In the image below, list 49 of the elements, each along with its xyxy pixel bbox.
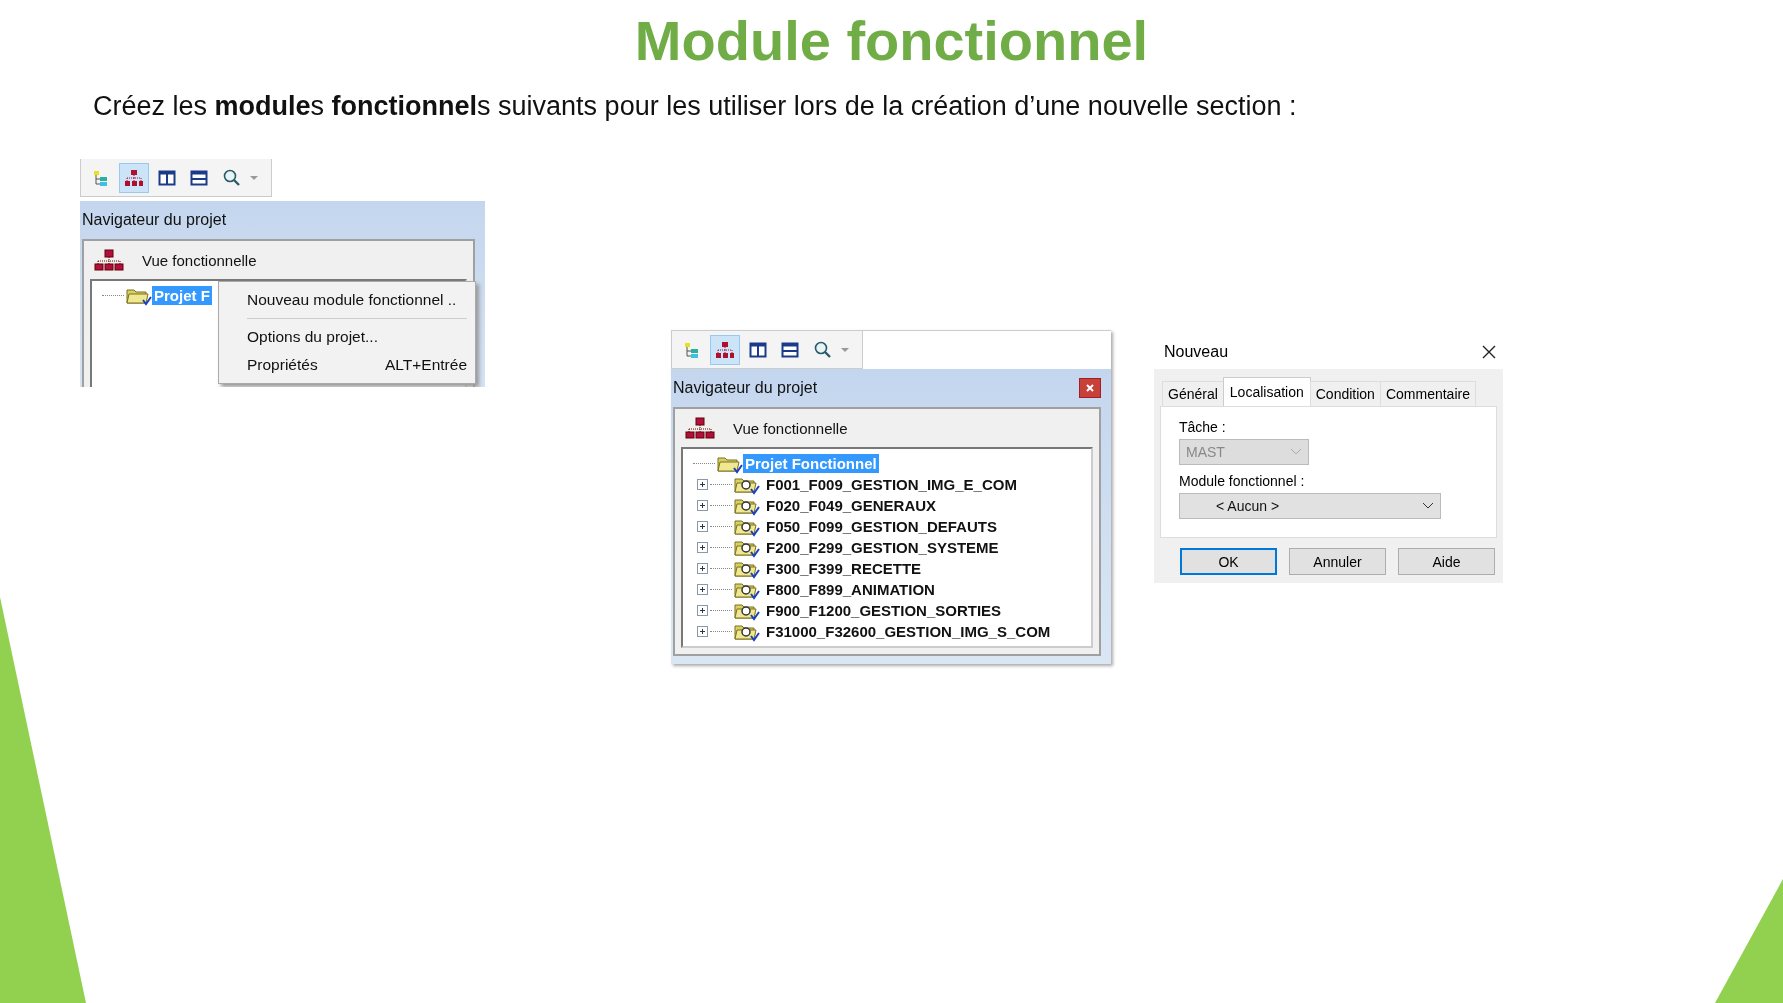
zoom-dropdown-icon[interactable] [222, 168, 260, 187]
columns-icon[interactable] [158, 168, 176, 187]
dropdown-field[interactable]: < Aucun > [1179, 493, 1441, 519]
hierarchy-icon [94, 249, 124, 271]
plus-box-icon[interactable] [697, 626, 708, 637]
plus-box-icon[interactable] [697, 563, 708, 574]
menu-item[interactable]: Propriétés ALT+Entrée [219, 351, 475, 379]
view-label: Vue fonctionnelle [142, 251, 257, 269]
close-icon[interactable] [1481, 344, 1497, 360]
hierarchy-icon [685, 417, 715, 439]
field-label: Module fonctionnel : [1179, 473, 1306, 489]
close-button[interactable] [1079, 378, 1101, 398]
instruction-text: Créez les modules fonctionnels suivants pour les utiliser lors de la création d’une nouvelle section : [93, 91, 1298, 122]
plus-box-icon[interactable] [697, 605, 708, 616]
tree-item[interactable]: F800_F899_ANIMATION [764, 580, 937, 599]
tree-item[interactable]: F050_F099_GESTION_DEFAUTS [764, 517, 999, 536]
tree-item[interactable]: F300_F399_RECETTE [764, 559, 924, 578]
zoom-dropdown-icon[interactable] [813, 340, 851, 359]
slide-title: Module fonctionnel [633, 8, 1150, 73]
panel-title: Navigateur du projet [673, 379, 818, 397]
tab[interactable]: Général [1162, 381, 1224, 406]
tree-item[interactable]: F001_F009_GESTION_IMG_E_COM [764, 475, 1019, 494]
plus-box-icon[interactable] [697, 479, 708, 490]
hierarchy-icon[interactable] [715, 340, 735, 359]
tree-item[interactable]: F200_F299_GESTION_SYSTEME [764, 538, 1001, 557]
hierarchy-icon[interactable] [124, 168, 144, 187]
dialog-title: Nouveau [1164, 343, 1229, 361]
dialog-button[interactable]: Annuler [1289, 548, 1386, 575]
menu-item[interactable]: Nouveau module fonctionnel .. [219, 286, 475, 314]
chevron-down-icon[interactable] [1422, 502, 1434, 510]
plus-box-icon[interactable] [697, 500, 708, 511]
tab[interactable]: Commentaire [1379, 381, 1476, 406]
panel-title: Navigateur du projet [82, 211, 227, 229]
tree-item[interactable]: F900_F1200_GESTION_SORTIES [764, 601, 1004, 620]
view-label: Vue fonctionnelle [733, 419, 848, 437]
tab[interactable]: Localisation [1222, 377, 1311, 406]
field-label: Tâche : [1179, 419, 1227, 435]
menu-item[interactable]: Options du projet... [219, 323, 475, 351]
plus-box-icon[interactable] [697, 542, 708, 553]
plus-box-icon[interactable] [697, 584, 708, 595]
plus-box-icon[interactable] [697, 521, 708, 532]
rows-icon[interactable] [781, 340, 799, 359]
tree-item[interactable]: F020_F049_GENERAUX [764, 496, 939, 515]
dialog-button[interactable]: OK [1180, 548, 1277, 575]
rows-icon[interactable] [190, 168, 208, 187]
tab[interactable]: Condition [1309, 381, 1381, 406]
tree-item[interactable]: F31000_F32600_GESTION_IMG_S_COM [764, 622, 1053, 641]
dialog-button[interactable]: Aide [1398, 548, 1495, 575]
columns-icon[interactable] [749, 340, 767, 359]
